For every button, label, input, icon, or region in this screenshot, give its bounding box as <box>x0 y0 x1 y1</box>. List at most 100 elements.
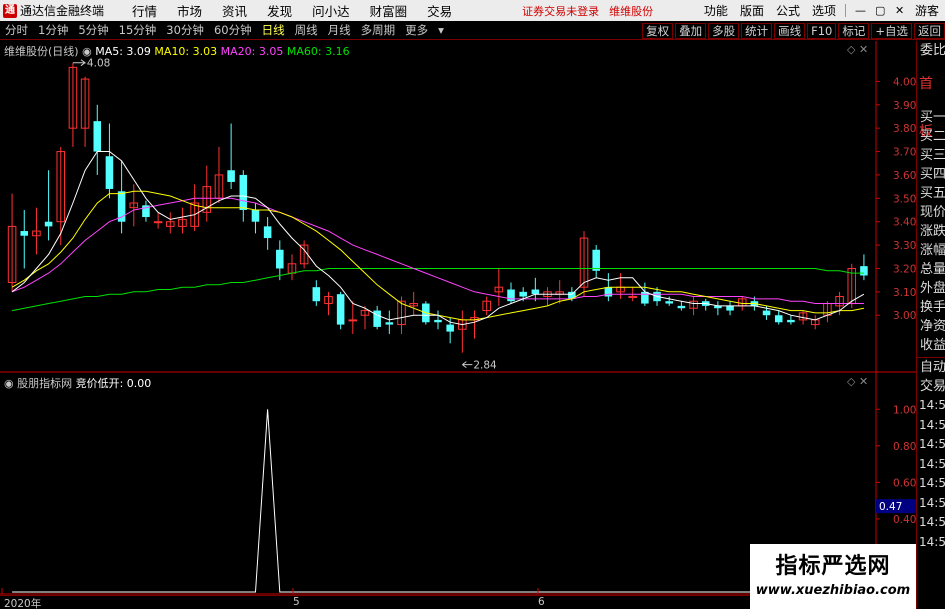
add-watchlist-button[interactable]: +自选 <box>871 22 912 39</box>
tick-time: 14:56 <box>919 437 945 451</box>
order-ratio-label: 委比 <box>920 43 945 58</box>
sub-marker-label: 0.47 <box>879 501 902 513</box>
main-menu: 行情 市场 资讯 发现 问小达 财富圈 交易 <box>122 1 462 20</box>
low-arrow <box>462 361 473 369</box>
price-tick-label: 3.20 <box>893 263 916 275</box>
sub-tick-label: 1.00 <box>893 404 916 416</box>
sub-indicator-title: 股朋指标网 <box>17 377 73 390</box>
candle-body-down <box>726 305 734 311</box>
ma20-line <box>11 197 864 304</box>
candle-body-down <box>592 249 600 271</box>
period-tab[interactable]: 周线 <box>290 22 323 38</box>
quote-row: 换手 <box>920 300 945 315</box>
close-pane-icon[interactable]: ✕ <box>859 375 868 388</box>
diamond-icon[interactable]: ◇ <box>847 43 855 56</box>
tick-time: 14:56 <box>919 398 945 412</box>
candle-body-down <box>787 319 795 323</box>
candle-body-down <box>251 210 260 222</box>
menu-formula[interactable]: 公式 <box>770 2 806 19</box>
candle-body-down <box>105 156 114 189</box>
date-label-june: 6 <box>538 596 545 608</box>
sub-indicator-value: 竞价低开: 0.00 <box>75 377 152 390</box>
diamond-icon[interactable]: ◇ <box>847 375 855 388</box>
menu-news[interactable]: 资讯 <box>212 1 257 20</box>
ma5-label: MA5: 3.09 <box>95 45 151 58</box>
candle-body-down <box>774 315 783 323</box>
quote-row: 现价 <box>920 205 945 220</box>
app-name: 通达信金融终端 <box>20 4 105 18</box>
multi-stock-button[interactable]: 多股 <box>708 22 740 39</box>
candle-body-down <box>677 305 686 309</box>
period-tab[interactable]: 60分钟 <box>209 22 257 38</box>
chart-tool-buttons: 复权 叠加 多股 统计 画线 F10 标记 +自选 返回 <box>640 21 945 40</box>
sub-tick-label: 0.80 <box>893 441 916 453</box>
menu-wealth[interactable]: 财富圈 <box>360 1 418 20</box>
quote-row: 净资 <box>920 319 945 334</box>
menu-layout[interactable]: 版面 <box>734 2 770 19</box>
date-axis: 2020年 5 6 <box>0 595 750 609</box>
restore-rights-button[interactable]: 复权 <box>642 22 674 39</box>
ma60-label: MA60: 3.16 <box>286 45 350 58</box>
f10-button[interactable]: F10 <box>807 22 837 39</box>
candle-body-down <box>641 291 649 304</box>
overlay-button[interactable]: 叠加 <box>675 22 707 39</box>
main-legend: 维维股份(日线) ◉ MA5: 3.09 MA10: 3.03 MA20: 3.… <box>4 43 350 59</box>
candle-body-down <box>20 231 29 236</box>
period-more[interactable]: 更多 <box>400 22 433 38</box>
candle-body-down <box>762 310 771 316</box>
trade-label[interactable]: 交易 <box>917 377 945 396</box>
menu-market[interactable]: 市场 <box>167 1 212 20</box>
settings-circle-icon[interactable]: ◉ <box>82 45 92 58</box>
period-tab[interactable]: 分时 <box>0 22 33 38</box>
mark-button[interactable]: 标记 <box>838 22 870 39</box>
price-tick-label: 3.50 <box>893 193 916 205</box>
menu-discover[interactable]: 发现 <box>257 1 302 20</box>
tick-time: 14:56 <box>919 456 945 471</box>
divider <box>844 4 846 17</box>
candle-body-down <box>336 294 345 325</box>
close-icon[interactable]: ✕ <box>889 4 909 17</box>
guest-label[interactable]: 游客 <box>909 2 945 19</box>
kline-chart[interactable]: 4.00 3.90 3.80 3.70 3.60 3.50 3.40 3.30 3.20 3.10… <box>0 41 916 595</box>
minimize-icon[interactable]: — <box>849 4 869 17</box>
period-tab[interactable]: 月线 <box>323 22 356 38</box>
quote-row: 买二 <box>920 129 945 144</box>
menu-quotes[interactable]: 行情 <box>122 1 167 20</box>
menu-ask[interactable]: 问小达 <box>302 1 360 20</box>
period-tab[interactable]: 30分钟 <box>161 22 209 38</box>
period-tab[interactable]: 15分钟 <box>114 22 162 38</box>
restore-icon[interactable]: ▢ <box>869 4 889 17</box>
ma20-label: MA20: 3.05 <box>220 45 284 58</box>
price-tick-label: 3.00 <box>893 310 916 322</box>
statistics-button[interactable]: 统计 <box>741 22 773 39</box>
menu-function[interactable]: 功能 <box>698 2 734 19</box>
login-notice[interactable]: 证券交易未登录 <box>522 3 599 19</box>
menu-trade[interactable]: 交易 <box>417 1 462 20</box>
period-tab[interactable]: 1分钟 <box>33 22 73 38</box>
watermark: 指标严选网 www.xuezhibiao.com <box>750 544 916 609</box>
title-right: 功能 版面 公式 选项 — ▢ ✕ 游客 <box>698 2 945 19</box>
candle-body-down <box>239 174 248 211</box>
ma5-line <box>11 151 865 326</box>
sub-legend: ◉ 股朋指标网 竞价低开: 0.00 <box>4 375 151 391</box>
auto-trade-label[interactable]: 自动 <box>917 358 945 377</box>
draw-line-button[interactable]: 画线 <box>774 22 806 39</box>
settings-circle-icon[interactable]: ◉ <box>4 377 14 390</box>
date-label-may: 5 <box>293 596 300 608</box>
candle-body-up <box>153 221 163 224</box>
period-tab[interactable]: 多周期 <box>356 22 401 38</box>
tick-time: 14:56 <box>919 417 945 432</box>
candle-body-down <box>263 226 272 239</box>
back-button[interactable]: 返回 <box>914 22 945 39</box>
quote-side-panel: 委比 首板 买一 买二 买三 买四 买五 现价 涨跌 涨幅 总量 外盘 换手 净… <box>916 41 945 609</box>
menu-options[interactable]: 选项 <box>806 2 842 19</box>
close-pane-icon[interactable]: ✕ <box>859 43 868 56</box>
period-tab-daily[interactable]: 日线 <box>257 22 290 38</box>
candle-body-down <box>373 310 381 327</box>
app-logo-icon: 通 <box>3 3 17 18</box>
current-stock: 维维股份 <box>609 4 654 18</box>
first-board-label: 首板 <box>919 76 933 140</box>
pane-controls: ◇ ✕ <box>847 43 868 56</box>
period-tab[interactable]: 5分钟 <box>73 22 113 38</box>
more-chevron-icon[interactable]: ▾ <box>433 23 449 37</box>
